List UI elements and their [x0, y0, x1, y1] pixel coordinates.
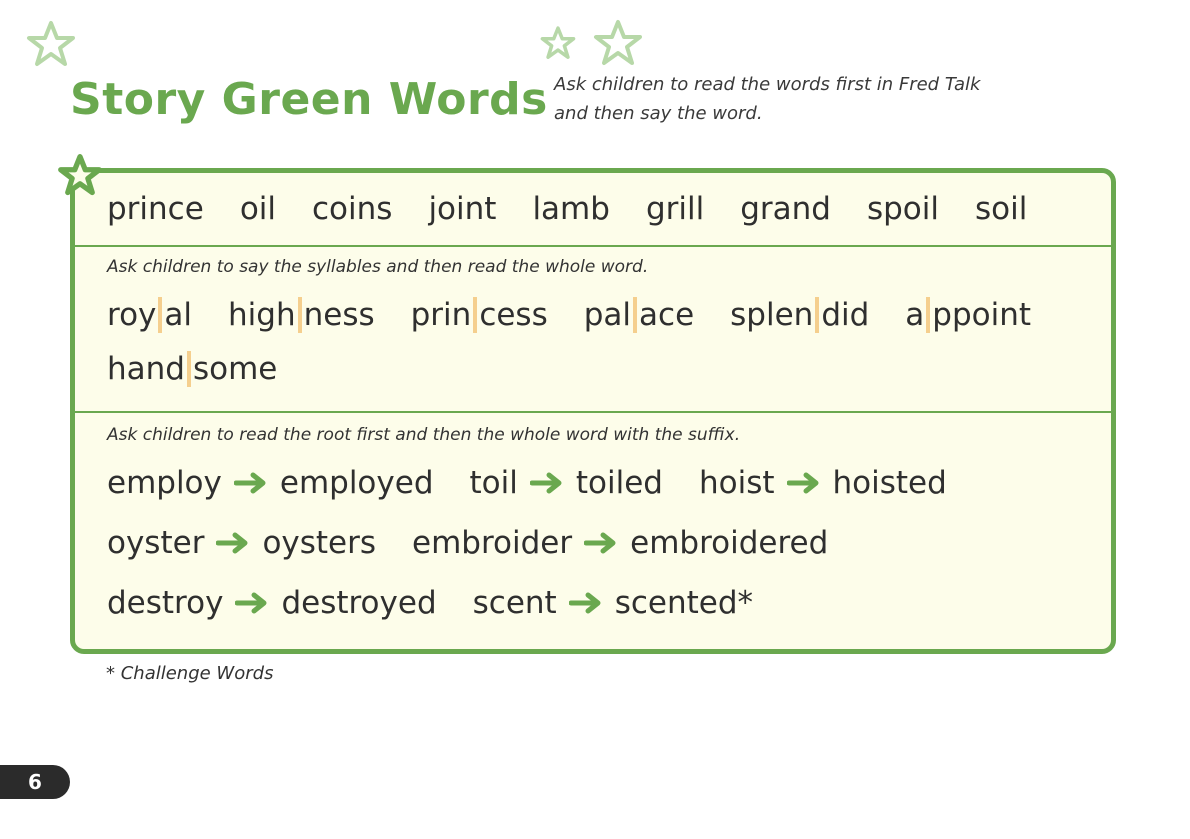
arrow-right-icon [235, 592, 267, 614]
green-word: oil [239, 191, 277, 227]
syllable-word: roy al [107, 297, 192, 333]
root-word: embroider [412, 525, 573, 561]
green-word: spoil [866, 191, 939, 227]
syllable-section: Ask children to say the syllables and th… [75, 245, 1111, 413]
green-words-row: prince oil coins joint lamb grill grand spoil so… [107, 191, 1063, 227]
syllable: did [821, 297, 870, 333]
green-word: grill [645, 191, 705, 227]
star-icon [58, 154, 102, 196]
footnote: * Challenge Words [106, 663, 274, 684]
suffix-section: Ask children to read the root first and … [75, 411, 1111, 649]
suffixed-word: destroyed [281, 585, 437, 621]
green-words-section: prince oil coins joint lamb grill grand spoil so… [75, 173, 1111, 245]
word-panel: prince oil coins joint lamb grill grand spoil so… [70, 168, 1116, 654]
syllable: high [228, 297, 296, 333]
syllable-word: prin cess [411, 297, 548, 333]
syllable: ppoint [932, 297, 1032, 333]
syllable-row: roy al high ness prin cess pal ace splen did a ppoi… [107, 297, 1067, 333]
star-outline-icon [594, 20, 642, 65]
suffix-row: oyster oysters embroider embroidered [107, 525, 864, 561]
suffix-row: employ employed toil toiled hoist hoisted [107, 465, 983, 501]
syllable-word: splen did [730, 297, 869, 333]
arrow-right-icon [216, 532, 248, 554]
suffix-pair: toil toiled [470, 465, 663, 501]
syllable: ace [639, 297, 695, 333]
syllable-divider [815, 297, 820, 333]
suffix-instruction: Ask children to read the root first and … [107, 425, 741, 445]
syllable-word: high ness [228, 297, 375, 333]
syllable-row: hand some [107, 351, 313, 387]
star-outline-icon [27, 21, 75, 66]
syllable: al [164, 297, 192, 333]
green-word: coins [312, 191, 393, 227]
green-word: grand [740, 191, 831, 227]
suffix-row: destroy destroyed scent scented* [107, 585, 789, 621]
suffixed-word: toiled [575, 465, 663, 501]
suffix-pair: scent scented* [473, 585, 753, 621]
syllable-divider [158, 297, 163, 333]
syllable-divider [473, 297, 478, 333]
syllable: some [192, 351, 278, 387]
arrow-right-icon [568, 592, 601, 614]
syllable-divider [186, 351, 191, 387]
green-word: lamb [532, 191, 610, 227]
syllable-word: pal ace [584, 297, 694, 333]
syllable-word: a ppoint [905, 297, 1031, 333]
syllable-divider [297, 297, 302, 333]
suffixed-word: embroidered [630, 525, 829, 561]
root-word: scent [472, 585, 557, 621]
suffixed-word: oysters [262, 525, 377, 561]
syllable-divider [926, 297, 931, 333]
arrow-right-icon [529, 472, 562, 494]
root-word: toil [469, 465, 518, 501]
suffix-pair: oyster oysters [107, 525, 376, 561]
suffix-pair: hoist hoisted [699, 465, 947, 501]
suffixed-word: employed [279, 465, 434, 501]
syllable: ness [303, 297, 375, 333]
syllable: roy [107, 297, 157, 333]
root-word: destroy [107, 585, 224, 621]
syllable-word: hand some [107, 351, 277, 387]
syllable-instruction: Ask children to say the syllables and th… [107, 257, 649, 277]
syllable: prin [410, 297, 472, 333]
star-outline-icon [540, 26, 576, 59]
syllable: pal [583, 297, 632, 333]
arrow-right-icon [233, 472, 266, 494]
arrow-right-icon [584, 532, 616, 554]
root-word: hoist [698, 465, 775, 501]
green-word: prince [107, 191, 204, 227]
suffixed-word: hoisted [832, 465, 947, 501]
suffixed-word: scented* [614, 585, 754, 621]
page-number: 6 [0, 765, 70, 799]
syllable-divider [633, 297, 638, 333]
suffix-pair: employ employed [107, 465, 434, 501]
root-word: oyster [107, 525, 205, 561]
page-title: Story Green Words [70, 74, 548, 125]
arrow-right-icon [786, 472, 819, 494]
syllable: a [905, 297, 925, 333]
intro-instruction: Ask children to read the words first in … [554, 74, 981, 124]
root-word: employ [107, 465, 222, 501]
syllable: splen [730, 297, 814, 333]
green-word: soil [974, 191, 1028, 227]
syllable: cess [479, 297, 548, 333]
syllable: hand [107, 351, 185, 387]
green-word: joint [428, 191, 497, 227]
suffix-pair: embroider embroidered [412, 525, 828, 561]
suffix-pair: destroy destroyed [107, 585, 437, 621]
